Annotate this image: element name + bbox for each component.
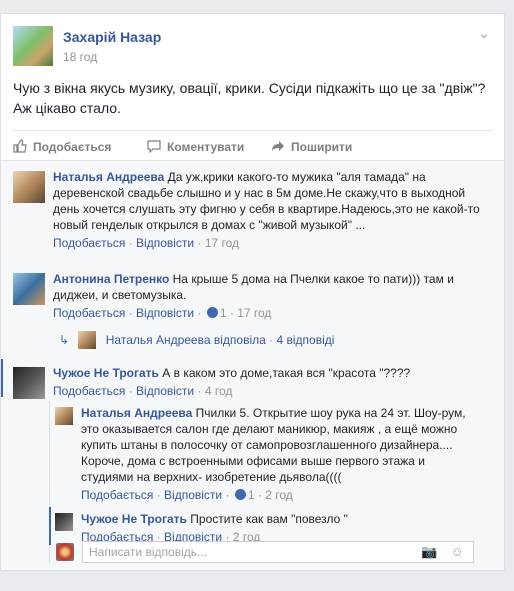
like-count-badge[interactable]: 1 [233,488,255,502]
comment-meta: Подобається · Відповісти · 17 год [53,236,240,250]
share-button[interactable]: Поширити [271,139,352,154]
comment-meta: Подобається · Відповісти · 4 год [53,384,233,398]
thumbs-up-icon [206,307,218,318]
post-actions: Подобається Коментувати Поширити [13,130,492,161]
avatar[interactable] [13,367,45,399]
comment-time[interactable]: 17 год [237,306,271,320]
avatar[interactable] [55,513,73,531]
comment-reply-link[interactable]: Відповісти [136,384,194,398]
chevron-down-icon[interactable]: ⌄ [478,26,492,40]
comment-author[interactable]: Наталья Андреева [53,170,164,184]
reply-text: Простите как вам "повезло " [190,512,348,526]
like-button[interactable]: Подобається [13,139,111,154]
reply-reply-link[interactable]: Відповісти [164,488,222,502]
comment-author[interactable]: Антонина Петренко [53,272,169,286]
replies-count: 4 відповіді [276,333,335,347]
avatar[interactable] [55,407,73,425]
comment-reply-link[interactable]: Відповісти [136,306,194,320]
avatar[interactable] [13,171,45,203]
avatar[interactable] [13,273,45,305]
highlight-bar [1,359,3,397]
comments-section: Наталья Андреева Да уж,крики какого-то м… [1,160,504,570]
highlight-bar [49,507,51,545]
comment-button[interactable]: Коментувати [147,139,244,154]
reply-composer: 📷 ☺ [82,541,474,563]
comment-time[interactable]: 4 год [205,384,233,398]
comment-like-link[interactable]: Подобається [53,236,125,250]
avatar[interactable] [56,543,74,561]
avatar [78,331,97,349]
comment-like-link[interactable]: Подобається [53,384,125,398]
share-icon [272,141,284,151]
comment-label: Коментувати [167,140,245,154]
comment-icon [147,140,161,153]
comment-text: А в каком это доме,такая вся "красота "?… [162,366,411,380]
post-header: Захарій Назар 18 год ⌄ [13,26,492,70]
camera-icon[interactable]: 📷 [421,544,437,560]
reply-meta: Подобається · Відповісти · 1 · 2 год [81,488,293,502]
comment-reply-link[interactable]: Відповісти [136,236,194,250]
view-replies-link[interactable]: ↳ Наталья Андреева відповіла · 4 відпові… [59,331,334,349]
like-label: Подобається [33,140,112,154]
comment-meta: Подобається · Відповісти · 1 · 17 год [53,306,272,320]
thumbs-up-icon [13,139,27,153]
comment-like-link[interactable]: Подобається [53,306,125,320]
reply-arrow-icon: ↳ [59,333,70,347]
reply-author[interactable]: Чужое Не Трогать [81,512,187,526]
replies-author: Наталья Андреева [105,333,211,347]
like-count-badge[interactable]: 1 [205,306,227,320]
reply-input[interactable] [83,542,395,562]
comment-time[interactable]: 17 год [205,236,239,250]
comment-author[interactable]: Чужое Не Трогать [53,366,159,380]
post-author[interactable]: Захарій Назар [63,29,161,45]
author-avatar[interactable] [13,26,53,66]
thumbs-up-icon [234,489,246,500]
reply-time[interactable]: 2 год [265,488,293,502]
reply-author[interactable]: Наталья Андреева [81,406,192,420]
reply-like-link[interactable]: Подобається [81,488,153,502]
post-time[interactable]: 18 год [63,50,97,64]
share-label: Поширити [291,140,353,154]
post-text: Чую з вікна якусь музику, овації, крики.… [13,80,486,116]
replies-text: відповіла [213,333,266,347]
smile-icon[interactable]: ☺ [449,544,465,560]
post-card: Захарій Назар 18 год ⌄ Чую з вікна якусь… [0,13,505,571]
